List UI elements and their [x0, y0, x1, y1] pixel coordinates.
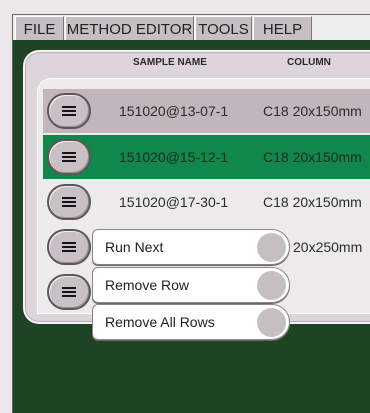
menu-item-label: Remove Row [105, 277, 190, 293]
header-sample-name: SAMPLE NAME [133, 57, 207, 68]
sample-name-cell: 151020@15-12-1 [119, 149, 229, 165]
circle-icon [257, 233, 286, 262]
app-window: FILE METHOD EDITOR TOOLS HELP SAMPLE NAM… [0, 0, 370, 413]
row-menu-button[interactable] [47, 184, 91, 220]
hamburger-icon [62, 242, 76, 252]
menu-item-run-next[interactable]: Run Next [92, 229, 290, 265]
menu-item-remove-all-rows[interactable]: Remove All Rows [92, 304, 290, 340]
column-cell: C18 20x150mm [263, 103, 362, 119]
menu-method-editor[interactable]: METHOD EDITOR [65, 16, 194, 41]
table-row[interactable]: 151020@17-30-1 C18 20x150mm [43, 180, 370, 224]
hamburger-icon [62, 287, 76, 297]
table-row[interactable]: 151020@13-07-1 C18 20x150mm [43, 89, 370, 133]
menu-item-label: Remove All Rows [105, 314, 215, 330]
menu-item-label: Run Next [105, 239, 164, 255]
sample-name-cell: 151020@13-07-1 [119, 103, 229, 119]
menu-item-remove-row[interactable]: Remove Row [92, 267, 290, 303]
row-menu-button[interactable] [47, 274, 91, 310]
hamburger-icon [62, 197, 76, 207]
row-menu-button[interactable] [47, 93, 91, 129]
column-cell: C18 20x150mm [263, 149, 362, 165]
circle-icon [257, 308, 286, 337]
window-frame-top [0, 0, 370, 14]
sample-name-cell: 151020@17-30-1 [119, 194, 229, 210]
table-row-selected[interactable]: 151020@15-12-1 C18 20x150mm [43, 135, 370, 179]
circle-icon [257, 271, 286, 300]
column-cell: 20x250mm [293, 239, 363, 255]
menu-tools[interactable]: TOOLS [195, 16, 252, 41]
hamburger-icon [62, 152, 76, 162]
hamburger-icon [62, 106, 76, 116]
menu-file[interactable]: FILE [15, 16, 64, 41]
table-header: SAMPLE NAME COLUMN [37, 54, 370, 73]
menu-bar: FILE METHOD EDITOR TOOLS HELP [13, 14, 370, 41]
row-menu-button[interactable] [47, 229, 91, 265]
column-cell: C18 20x150mm [263, 194, 362, 210]
menu-help[interactable]: HELP [253, 16, 312, 41]
row-menu-button[interactable] [47, 139, 91, 175]
header-column: COLUMN [287, 57, 331, 68]
window-frame-left [0, 0, 12, 413]
